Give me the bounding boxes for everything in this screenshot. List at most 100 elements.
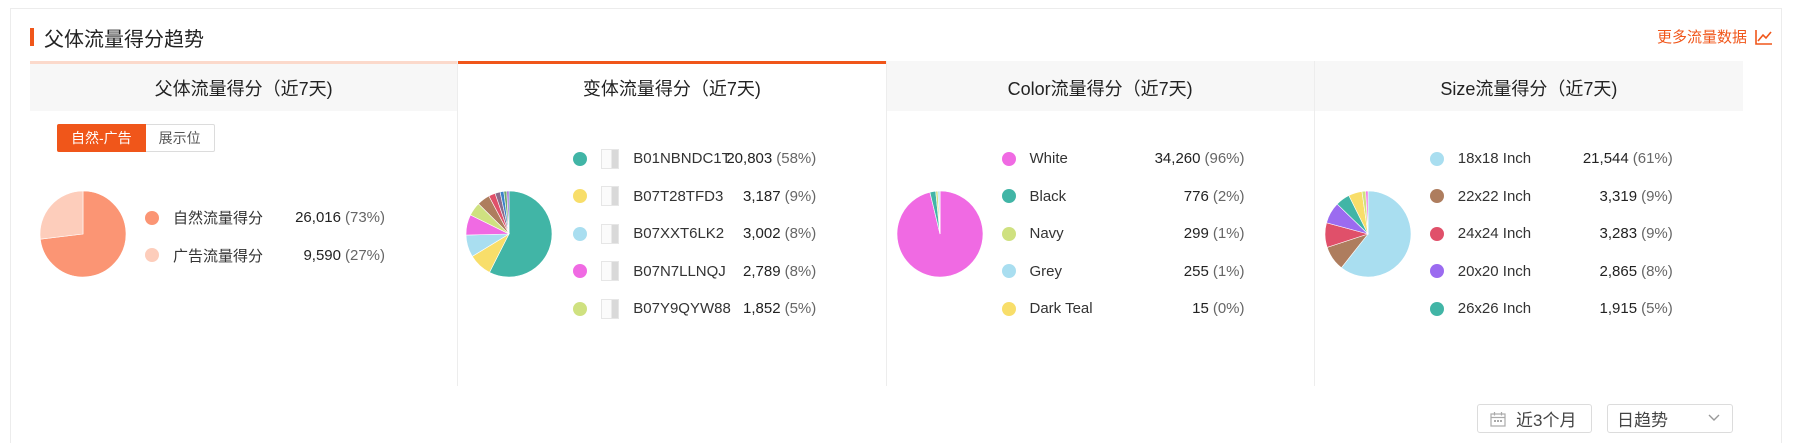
legend-value-percent: (5%) xyxy=(785,300,817,317)
legend-value: 15(0%) xyxy=(1192,300,1244,317)
panel-color-score: Color流量得分（近7天) White34,260(96%)Black776(… xyxy=(887,61,1315,386)
legend-value-number: 9,590 xyxy=(303,247,341,264)
toggle-natural-ad[interactable]: 自然-广告 xyxy=(57,124,146,152)
legend-value: 299(1%) xyxy=(1184,225,1245,242)
legend-value-number: 255 xyxy=(1184,263,1209,280)
legend-label: Black xyxy=(1030,188,1067,205)
legend-color-dot xyxy=(1002,152,1016,166)
trend-select-value: 日趋势 xyxy=(1617,406,1668,431)
more-traffic-data-label: 更多流量数据 xyxy=(1657,26,1747,47)
legend-label: 24x24 Inch xyxy=(1458,225,1531,242)
legend-item[interactable]: 26x26 Inch1,915(5%) xyxy=(1430,290,1673,322)
legend-color-dot xyxy=(1002,227,1016,241)
legend-value-number: 3,319 xyxy=(1600,188,1638,205)
legend-label: B07N7LLNQJ xyxy=(633,263,726,280)
legend-value-number: 26,016 xyxy=(295,209,341,226)
score-panels: 父体流量得分（近7天) 自然-广告 展示位 自然流量得分26,016(73%)广… xyxy=(30,61,1743,386)
pie-chart-size xyxy=(1323,189,1413,279)
product-thumbnail xyxy=(601,224,619,244)
legend-variant: B01NBNDC1T20,803(58%)B07T28TFD33,187(9%)… xyxy=(573,140,816,322)
section-title: 父体流量得分趋势 xyxy=(44,23,204,52)
legend-value: 776(2%) xyxy=(1184,188,1245,205)
legend-item[interactable]: B01NBNDC1T20,803(58%) xyxy=(573,140,816,178)
legend-label: 18x18 Inch xyxy=(1458,150,1531,167)
legend-color-dot xyxy=(1430,152,1444,166)
toggle-display-position[interactable]: 展示位 xyxy=(146,124,215,152)
legend-item[interactable]: B07T28TFD33,187(9%) xyxy=(573,178,816,216)
legend-item[interactable]: 22x22 Inch3,319(9%) xyxy=(1430,178,1673,216)
legend-value-number: 776 xyxy=(1184,188,1209,205)
legend-label: 20x20 Inch xyxy=(1458,263,1531,280)
trend-granularity-select[interactable]: 日趋势 xyxy=(1607,404,1733,433)
legend-color-dot xyxy=(1002,264,1016,278)
legend-value: 2,865(8%) xyxy=(1600,263,1673,280)
legend-color-dot xyxy=(573,152,587,166)
legend-value: 1,852(5%) xyxy=(743,300,816,317)
legend-value-percent: (2%) xyxy=(1213,188,1245,205)
panel-parent-score: 父体流量得分（近7天) 自然-广告 展示位 自然流量得分26,016(73%)广… xyxy=(30,61,458,386)
legend-value: 26,016(73%) xyxy=(295,209,385,226)
tab-parent-score[interactable]: 父体流量得分（近7天) xyxy=(30,61,457,111)
legend-value-number: 15 xyxy=(1192,300,1209,317)
legend-item[interactable]: B07N7LLNQJ 2,789(8%) xyxy=(573,253,816,291)
legend-value-number: 3,187 xyxy=(743,188,781,205)
legend-label: 广告流量得分 xyxy=(173,245,263,266)
tab-color-score[interactable]: Color流量得分（近7天) xyxy=(887,61,1314,111)
tab-size-score[interactable]: Size流量得分（近7天) xyxy=(1315,61,1743,111)
legend-value-number: 2,789 xyxy=(743,263,781,280)
legend-item[interactable]: 自然流量得分26,016(73%) xyxy=(145,199,385,237)
legend-item[interactable]: B07XXT6LK2 3,002(8%) xyxy=(573,215,816,253)
legend-value-percent: (9%) xyxy=(1641,188,1673,205)
legend-value: 9,590(27%) xyxy=(303,247,385,264)
legend-value-percent: (1%) xyxy=(1213,225,1245,242)
product-thumbnail xyxy=(601,261,619,281)
legend-item[interactable]: 20x20 Inch 2,865(8%) xyxy=(1430,253,1673,291)
legend-value: 34,260(96%) xyxy=(1155,150,1245,167)
legend-item[interactable]: Dark Teal15(0%) xyxy=(1002,290,1245,322)
pie-chart-color xyxy=(895,189,985,279)
legend-label: B07XXT6LK2 xyxy=(633,225,724,242)
legend-value-percent: (5%) xyxy=(1641,300,1673,317)
more-traffic-data-link[interactable]: 更多流量数据 xyxy=(1657,26,1773,47)
product-thumbnail xyxy=(601,299,619,319)
legend-size: 18x18 Inch 21,544(61%) 22x22 Inch3,319(9%)… xyxy=(1430,140,1673,322)
calendar-icon xyxy=(1490,411,1506,427)
date-range-label: 近3个月 xyxy=(1516,406,1576,431)
legend-value: 20,803(58%) xyxy=(726,150,816,167)
legend-item[interactable]: 18x18 Inch 21,544(61%) xyxy=(1430,140,1673,178)
legend-item[interactable]: Grey255(1%) xyxy=(1002,253,1245,291)
legend-value-number: 1,852 xyxy=(743,300,781,317)
pie-slice-other[interactable] xyxy=(40,191,83,239)
date-range-picker[interactable]: 近3个月 xyxy=(1477,404,1592,433)
legend-color-dot xyxy=(573,189,587,203)
traffic-type-toggle: 自然-广告 展示位 xyxy=(57,124,215,152)
legend-value: 21,544(61%) xyxy=(1583,150,1673,167)
legend-value: 3,319(9%) xyxy=(1600,188,1673,205)
legend-label: Navy xyxy=(1030,225,1064,242)
legend-value-number: 3,283 xyxy=(1600,225,1638,242)
legend-label: B07Y9QYW88 xyxy=(633,300,731,317)
legend-item[interactable]: 广告流量得分 9,590(27%) xyxy=(145,237,385,275)
legend-value-percent: (8%) xyxy=(785,263,817,280)
legend-color-dot xyxy=(573,227,587,241)
legend-color-dot xyxy=(1002,302,1016,316)
legend-item[interactable]: Navy 299(1%) xyxy=(1002,215,1245,253)
legend-item[interactable]: White34,260(96%) xyxy=(1002,140,1245,178)
legend-color-dot xyxy=(1430,302,1444,316)
tab-variant-score[interactable]: 变体流量得分（近7天) xyxy=(458,61,885,111)
panel-size-score: Size流量得分（近7天) 18x18 Inch 21,544(61%) 22x22… xyxy=(1315,61,1743,386)
legend-item[interactable]: Black 776(2%) xyxy=(1002,178,1245,216)
legend-value-percent: (0%) xyxy=(1213,300,1245,317)
legend-item[interactable]: B07Y9QYW88 1,852(5%) xyxy=(573,290,816,322)
legend-color-dot xyxy=(573,264,587,278)
legend-color-dot xyxy=(145,248,159,262)
legend-value: 3,002(8%) xyxy=(743,225,816,242)
legend-value: 1,915(5%) xyxy=(1600,300,1673,317)
legend-color-dot xyxy=(1430,189,1444,203)
legend-label: Grey xyxy=(1030,263,1063,280)
legend-item[interactable]: 24x24 Inch3,283(9%) xyxy=(1430,215,1673,253)
legend-color-dot xyxy=(1430,264,1444,278)
section-header: 父体流量得分趋势 xyxy=(30,25,204,49)
legend-color-dot xyxy=(1002,189,1016,203)
legend-value-number: 21,544 xyxy=(1583,150,1629,167)
